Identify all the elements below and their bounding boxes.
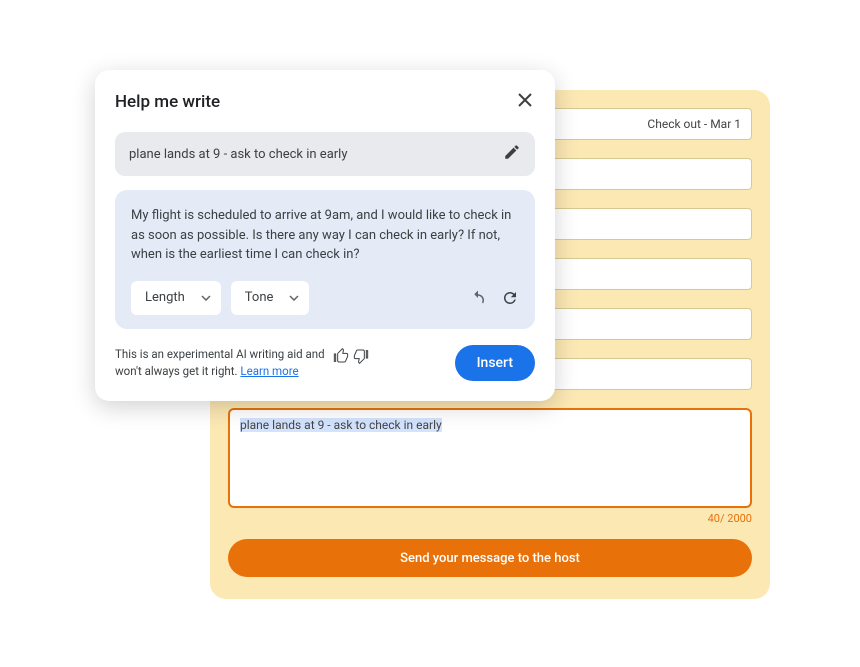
pencil-icon[interactable] (503, 143, 521, 165)
thumbs-down-icon[interactable] (353, 348, 369, 364)
character-counter: 40/ 2000 (228, 512, 752, 525)
ai-result-box: My flight is scheduled to arrive at 9am,… (115, 190, 535, 329)
chevron-down-icon (201, 290, 211, 305)
disclaimer-line2: won't always get it right. (115, 364, 240, 378)
result-controls: Length Tone (131, 281, 519, 315)
message-textarea[interactable]: plane lands at 9 - ask to check in early (228, 408, 752, 508)
tone-label: Tone (245, 290, 274, 305)
prompt-text: plane lands at 9 - ask to check in early (129, 147, 348, 162)
tone-dropdown[interactable]: Tone (231, 281, 310, 315)
undo-icon[interactable] (469, 289, 487, 307)
message-text-highlight: plane lands at 9 - ask to check in early (240, 418, 442, 432)
generated-text: My flight is scheduled to arrive at 9am,… (131, 206, 519, 265)
length-label: Length (145, 290, 185, 305)
checkout-date-value: Check out - Mar 1 (647, 117, 741, 131)
send-message-button[interactable]: Send your message to the host (228, 539, 752, 577)
insert-button[interactable]: Insert (455, 345, 535, 381)
prompt-input-row: plane lands at 9 - ask to check in early (115, 132, 535, 176)
thumbs-up-icon[interactable] (333, 348, 349, 364)
length-dropdown[interactable]: Length (131, 281, 221, 315)
dialog-title: Help me write (115, 92, 220, 112)
help-me-write-dialog: Help me write plane lands at 9 - ask to … (95, 70, 555, 401)
disclaimer-text: This is an experimental AI writing aid a… (115, 346, 325, 378)
refresh-icon[interactable] (501, 289, 519, 307)
close-icon[interactable] (515, 90, 535, 114)
disclaimer-line1: This is an experimental AI writing aid a… (115, 347, 325, 361)
dialog-footer: This is an experimental AI writing aid a… (115, 345, 535, 381)
chevron-down-icon (289, 290, 299, 305)
dialog-header: Help me write (115, 90, 535, 114)
learn-more-link[interactable]: Learn more (240, 364, 298, 378)
